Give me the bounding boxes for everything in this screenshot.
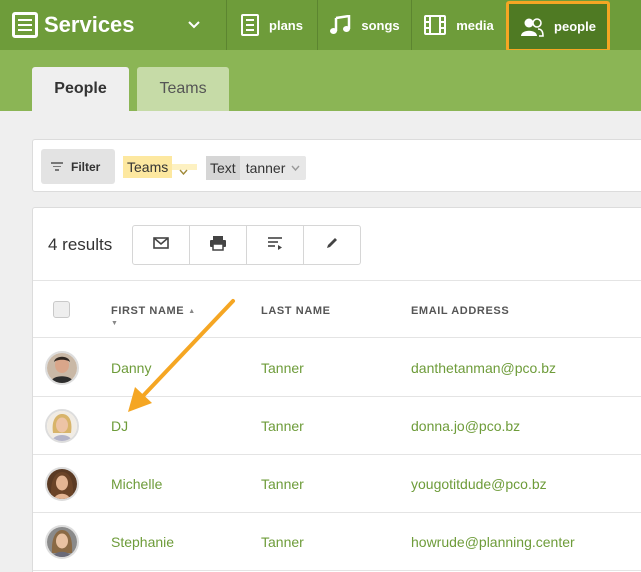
last-name-link[interactable]: Tanner [261, 360, 304, 376]
mail-icon [153, 236, 169, 254]
results-toolbar [132, 225, 361, 265]
first-name-link[interactable]: DJ [111, 418, 128, 434]
results-card: 4 results FIRST NAME ▲ ▼ LAST NAME EMAIL… [32, 207, 641, 572]
filter-icon [51, 160, 63, 173]
nav-songs-label: songs [361, 17, 400, 33]
avatar[interactable] [45, 351, 79, 385]
first-name-link[interactable]: Stephanie [111, 534, 174, 550]
chevron-down-icon[interactable] [188, 17, 200, 35]
tab-teams[interactable]: Teams [137, 67, 229, 111]
services-logo-icon [12, 12, 38, 38]
nav-people[interactable]: people [506, 1, 610, 52]
table-header: FIRST NAME ▲ ▼ LAST NAME EMAIL ADDRESS [33, 280, 641, 338]
column-header-email[interactable]: EMAIL ADDRESS [411, 305, 509, 317]
nav-media-label: media [456, 17, 494, 33]
sort-list-button[interactable] [247, 226, 304, 264]
first-name-link[interactable]: Danny [111, 360, 151, 376]
email-link[interactable]: yougotitdude@pco.bz [411, 476, 547, 492]
avatar[interactable] [45, 409, 79, 443]
filter-bar: Filter Teams Text tanner [32, 139, 641, 192]
column-header-last-name[interactable]: LAST NAME [261, 305, 331, 317]
table-row[interactable]: Danny Tanner danthetanman@pco.bz [33, 339, 641, 397]
email-link[interactable]: howrude@planning.center [411, 534, 575, 550]
film-icon [424, 15, 447, 35]
last-name-link[interactable]: Tanner [261, 476, 304, 492]
text-filter-chip[interactable]: Text tanner [206, 156, 307, 180]
results-count: 4 results [48, 235, 113, 254]
edit-button[interactable] [304, 226, 360, 264]
people-icon [520, 17, 544, 37]
chevron-down-icon[interactable] [179, 166, 188, 178]
filter-button-label: Filter [71, 159, 101, 174]
teams-filter-chip[interactable]: Teams [123, 156, 173, 178]
avatar[interactable] [45, 525, 79, 559]
nav-people-label: people [554, 19, 596, 34]
print-button[interactable] [190, 226, 247, 264]
email-link[interactable]: danthetanman@pco.bz [411, 360, 556, 376]
last-name-link[interactable]: Tanner [261, 418, 304, 434]
text-filter-value: tanner [245, 160, 286, 176]
top-navigation-bar: Services plans songs media people [0, 0, 641, 52]
table-row[interactable]: Stephanie Tanner howrude@planning.center [33, 513, 641, 571]
app-switcher[interactable]: Services [0, 0, 226, 50]
nav-plans[interactable]: plans [226, 0, 317, 50]
column-header-label: FIRST NAME [111, 305, 185, 317]
music-note-icon [329, 15, 351, 35]
first-name-link[interactable]: Michelle [111, 476, 162, 492]
last-name-link[interactable]: Tanner [261, 534, 304, 550]
avatar[interactable] [45, 467, 79, 501]
print-icon [209, 235, 227, 256]
document-icon [241, 14, 260, 36]
email-button[interactable] [133, 226, 190, 264]
table-row[interactable]: Michelle Tanner yougotitdude@pco.bz [33, 455, 641, 513]
tab-people[interactable]: People [32, 67, 129, 111]
nav-media[interactable]: media [411, 0, 506, 50]
pencil-icon [325, 236, 339, 255]
select-all-checkbox[interactable] [53, 301, 70, 318]
sort-list-icon [267, 236, 283, 255]
email-link[interactable]: donna.jo@pco.bz [411, 418, 520, 434]
filter-button[interactable]: Filter [41, 149, 115, 184]
nav-songs[interactable]: songs [317, 0, 411, 50]
column-header-first-name[interactable]: FIRST NAME ▲ ▼ [111, 305, 196, 329]
table-row[interactable]: DJ Tanner donna.jo@pco.bz [33, 397, 641, 455]
chevron-down-icon[interactable] [291, 163, 306, 174]
nav-plans-label: plans [269, 17, 303, 33]
app-name: Services [44, 12, 135, 37]
text-filter-key: Text [206, 156, 240, 180]
